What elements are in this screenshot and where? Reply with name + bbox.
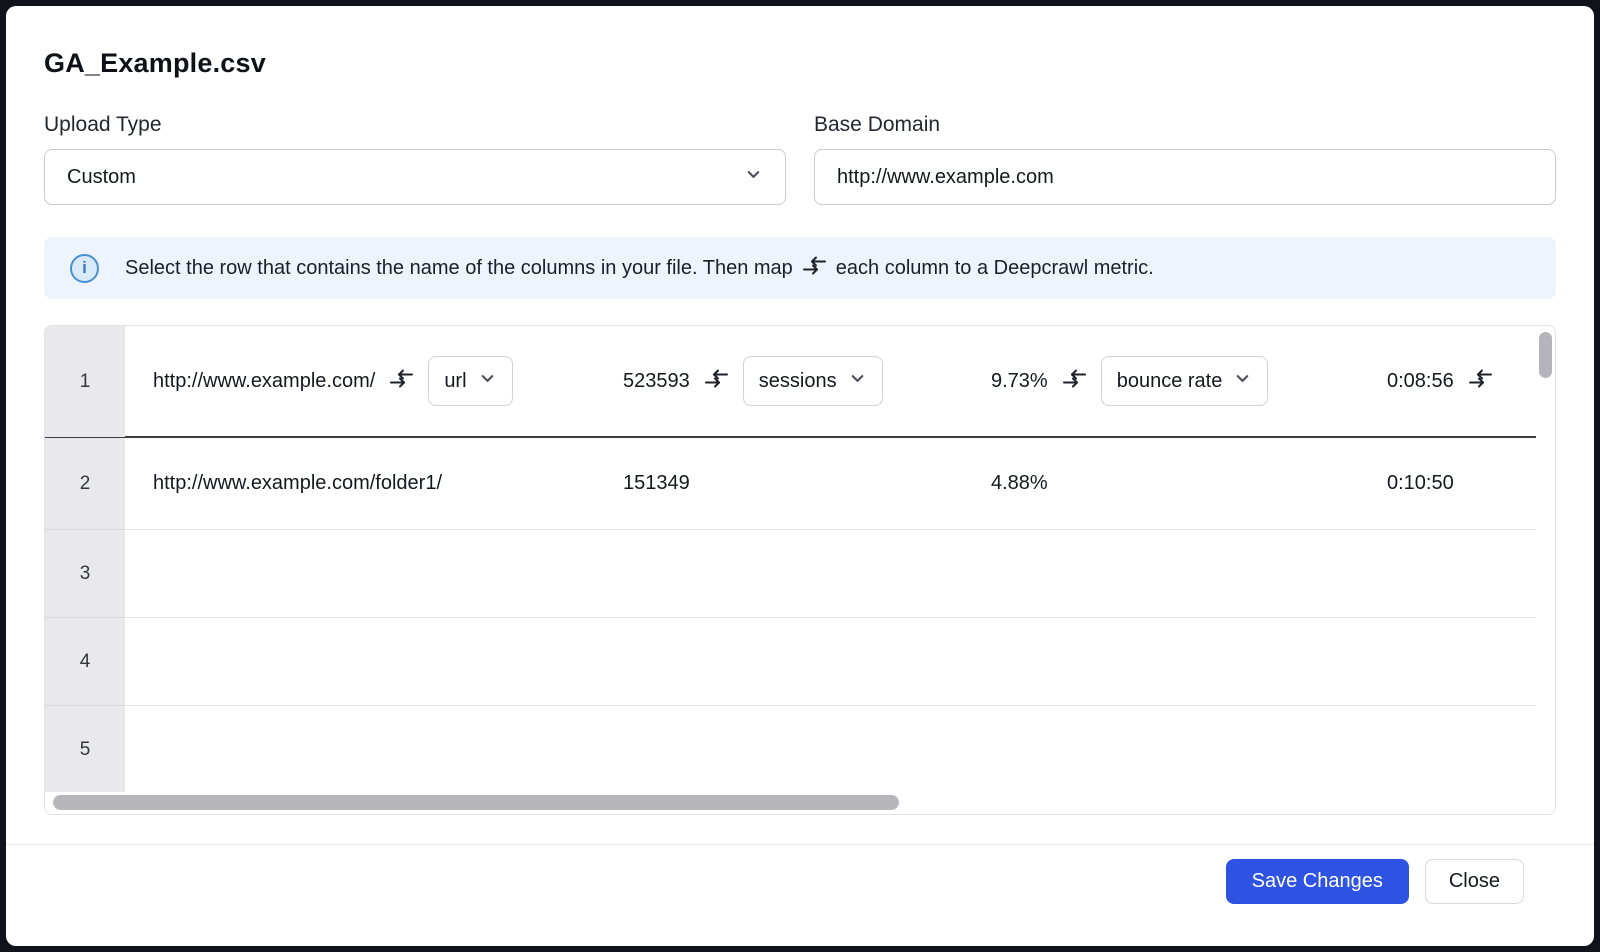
chevron-down-icon: [1233, 369, 1252, 394]
cell-value: 151349: [623, 472, 690, 495]
map-arrow-icon: [390, 369, 413, 394]
row-number[interactable]: 4: [45, 618, 125, 706]
upload-type-value: Custom: [67, 166, 136, 189]
vertical-scrollbar[interactable]: [1539, 332, 1552, 378]
cell-value: 523593: [623, 370, 690, 393]
modal-title: GA_Example.csv: [44, 48, 1556, 79]
metric-dropdown-sessions[interactable]: sessions: [743, 356, 883, 406]
base-domain-field: Base Domain: [814, 113, 1556, 205]
table-cell: 151349: [615, 472, 983, 495]
csv-mapping-modal: GA_Example.csv Upload Type Custom Base D…: [6, 6, 1594, 946]
chevron-down-icon: [744, 165, 763, 190]
vertical-scrollbar-track: [1536, 326, 1555, 794]
info-banner: i Select the row that contains the name …: [44, 237, 1556, 299]
row-number[interactable]: 1: [45, 326, 125, 437]
table-cell: 523593 sessions: [615, 356, 983, 406]
table-row[interactable]: 1 http://www.example.com/ url: [45, 326, 1555, 438]
table-row[interactable]: 4: [45, 618, 1555, 706]
horizontal-scrollbar-track: [45, 792, 1555, 814]
info-banner-text: Select the row that contains the name of…: [125, 256, 1154, 281]
map-arrow-icon: [1063, 369, 1086, 394]
table-row[interactable]: 3: [45, 530, 1555, 618]
cell-value: http://www.example.com/: [153, 370, 375, 393]
map-arrow-icon: [705, 369, 728, 394]
table-cell: http://www.example.com/ url: [125, 356, 615, 406]
modal-footer: Save Changes Close: [6, 844, 1594, 946]
row-number[interactable]: 5: [45, 706, 125, 795]
table-cell: 0:10:50: [1363, 472, 1555, 495]
metric-dropdown-url[interactable]: url: [428, 356, 512, 406]
horizontal-scrollbar[interactable]: [53, 795, 899, 810]
cell-value: 9.73%: [991, 370, 1048, 393]
cell-value: 0:10:50: [1387, 472, 1454, 495]
row-number[interactable]: 2: [45, 438, 125, 530]
modal-body: GA_Example.csv Upload Type Custom Base D…: [6, 6, 1594, 844]
base-domain-input[interactable]: [814, 149, 1556, 205]
cell-value: 4.88%: [991, 472, 1048, 495]
upload-type-label: Upload Type: [44, 113, 786, 137]
cell-value: http://www.example.com/folder1/: [153, 472, 442, 495]
row-number[interactable]: 3: [45, 530, 125, 618]
chevron-down-icon: [478, 369, 497, 394]
close-button[interactable]: Close: [1425, 859, 1524, 904]
table-row[interactable]: 2 http://www.example.com/folder1/ 151349…: [45, 438, 1555, 530]
chevron-down-icon: [848, 369, 867, 394]
map-arrow-icon: [1469, 369, 1492, 394]
cell-value: 0:08:56: [1387, 370, 1454, 393]
upload-type-field: Upload Type Custom: [44, 113, 786, 205]
table-row[interactable]: 5: [45, 706, 1555, 794]
info-icon: i: [70, 254, 99, 283]
table-cell: 9.73% bounce rate: [983, 356, 1363, 406]
table-cell: 4.88%: [983, 472, 1363, 495]
csv-preview-table: 1 http://www.example.com/ url: [44, 325, 1556, 815]
form-row: Upload Type Custom Base Domain: [44, 113, 1556, 205]
table-cell: http://www.example.com/folder1/: [125, 472, 615, 495]
base-domain-label: Base Domain: [814, 113, 1556, 137]
info-icon-glyph: i: [82, 258, 87, 278]
upload-type-select[interactable]: Custom: [44, 149, 786, 205]
save-changes-button[interactable]: Save Changes: [1226, 859, 1409, 904]
table-cell: 0:08:56: [1363, 369, 1555, 394]
metric-dropdown-bounce-rate[interactable]: bounce rate: [1101, 356, 1269, 406]
map-arrow-icon: [803, 256, 826, 281]
